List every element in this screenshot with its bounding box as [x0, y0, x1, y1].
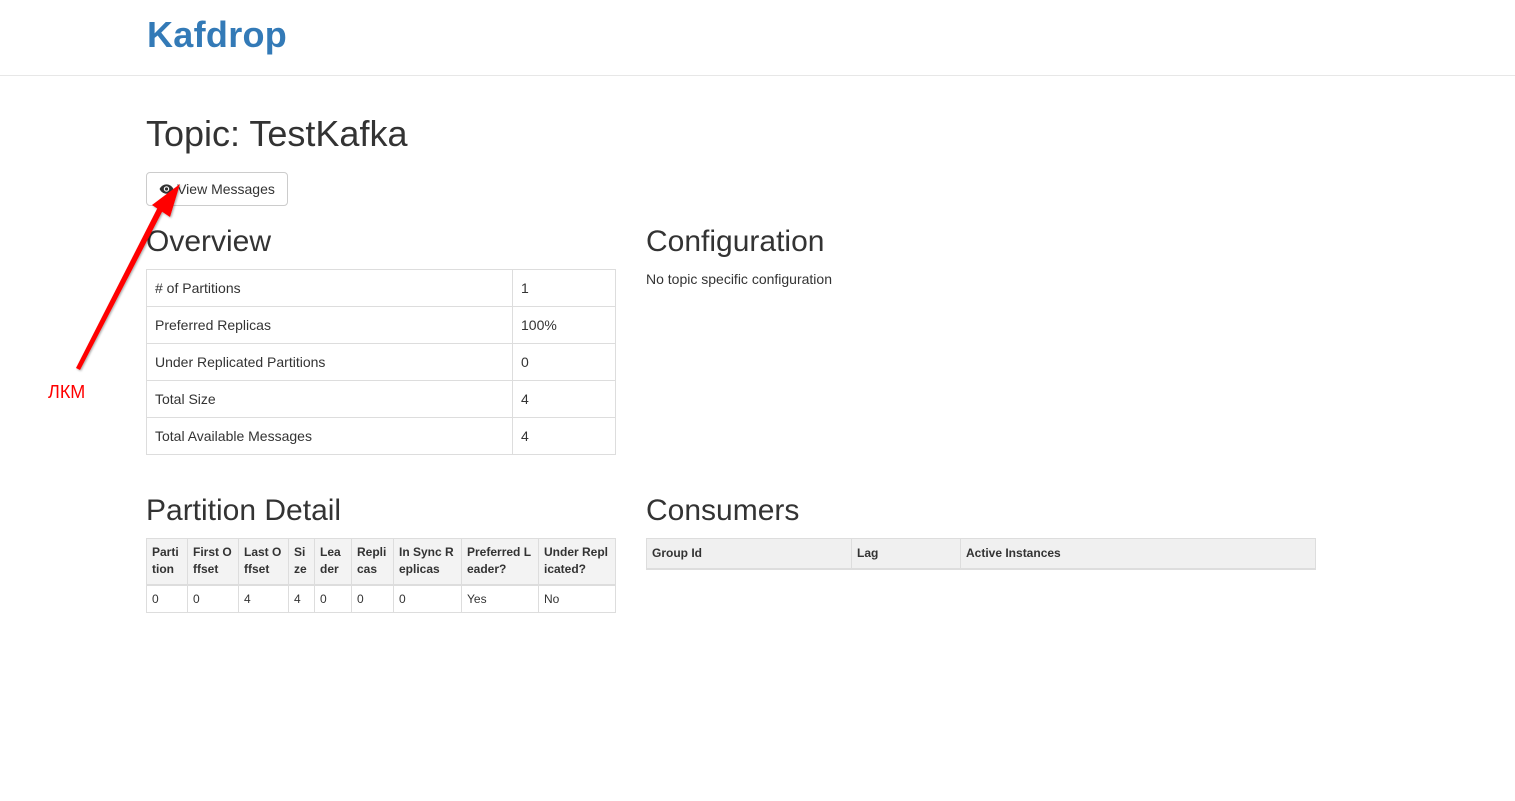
consumers-heading: Consumers — [646, 494, 800, 527]
column-header-partition: Partition — [146, 538, 188, 586]
under-replicated-cell: No — [538, 584, 616, 613]
last-offset-cell: 4 — [238, 584, 289, 613]
preferred-leader-cell: Yes — [461, 584, 539, 613]
size-cell: 4 — [288, 584, 315, 613]
overview-value: 4 — [512, 380, 616, 418]
column-header-in-sync-replicas: In Sync Replicas — [393, 538, 462, 586]
overview-heading: Overview — [146, 225, 272, 258]
in-sync-replicas-cell: 0 — [393, 584, 462, 613]
column-header-active-instances: Active Instances — [960, 538, 1316, 570]
page-title: Topic: TestKafka — [146, 113, 408, 154]
brand-link[interactable]: Kafdrop — [147, 14, 287, 56]
overview-label: Preferred Replicas — [146, 306, 513, 344]
annotation-label: ЛКМ — [48, 382, 86, 402]
navbar: Kafdrop — [0, 0, 1515, 76]
partition-detail-table: Partition First Offset Last Offset Size … — [146, 538, 616, 613]
column-header-preferred-leader: Preferred Leader? — [461, 538, 539, 586]
table-header-row: Group Id Lag Active Instances — [646, 538, 1316, 570]
overview-label: Under Replicated Partitions — [146, 343, 513, 381]
table-row: Total Available Messages 4 — [146, 417, 616, 455]
column-header-under-replicated: Under Replicated? — [538, 538, 616, 586]
consumers-table: Group Id Lag Active Instances — [646, 538, 1316, 570]
table-header-row: Partition First Offset Last Offset Size … — [146, 538, 616, 586]
configuration-text: No topic specific configuration — [646, 271, 832, 287]
overview-label: Total Size — [146, 380, 513, 418]
column-header-size: Size — [288, 538, 315, 586]
partition-cell: 0 — [146, 584, 188, 613]
overview-value: 4 — [512, 417, 616, 455]
column-header-leader: Leader — [314, 538, 352, 586]
overview-value: 100% — [512, 306, 616, 344]
overview-value: 0 — [512, 343, 616, 381]
overview-table: # of Partitions 1 Preferred Replicas 100… — [146, 269, 616, 455]
table-row: Under Replicated Partitions 0 — [146, 343, 616, 381]
table-row: # of Partitions 1 — [146, 269, 616, 307]
first-offset-cell: 0 — [187, 584, 239, 613]
leader-cell: 0 — [314, 584, 352, 613]
replicas-cell: 0 — [351, 584, 394, 613]
table-row: 0 0 4 4 0 0 0 Yes No — [146, 584, 616, 613]
column-header-lag: Lag — [851, 538, 961, 570]
column-header-group-id: Group Id — [646, 538, 852, 570]
table-row: Preferred Replicas 100% — [146, 306, 616, 344]
column-header-first-offset: First Offset — [187, 538, 239, 586]
column-header-replicas: Replicas — [351, 538, 394, 586]
overview-label: Total Available Messages — [146, 417, 513, 455]
column-header-last-offset: Last Offset — [238, 538, 289, 586]
overview-value: 1 — [512, 269, 616, 307]
view-messages-label: View Messages — [177, 181, 275, 197]
partition-detail-heading: Partition Detail — [146, 494, 342, 527]
table-row: Total Size 4 — [146, 380, 616, 418]
eye-icon — [159, 184, 174, 194]
overview-label: # of Partitions — [146, 269, 513, 307]
view-messages-button[interactable]: View Messages — [146, 172, 288, 206]
configuration-heading: Configuration — [646, 225, 825, 258]
